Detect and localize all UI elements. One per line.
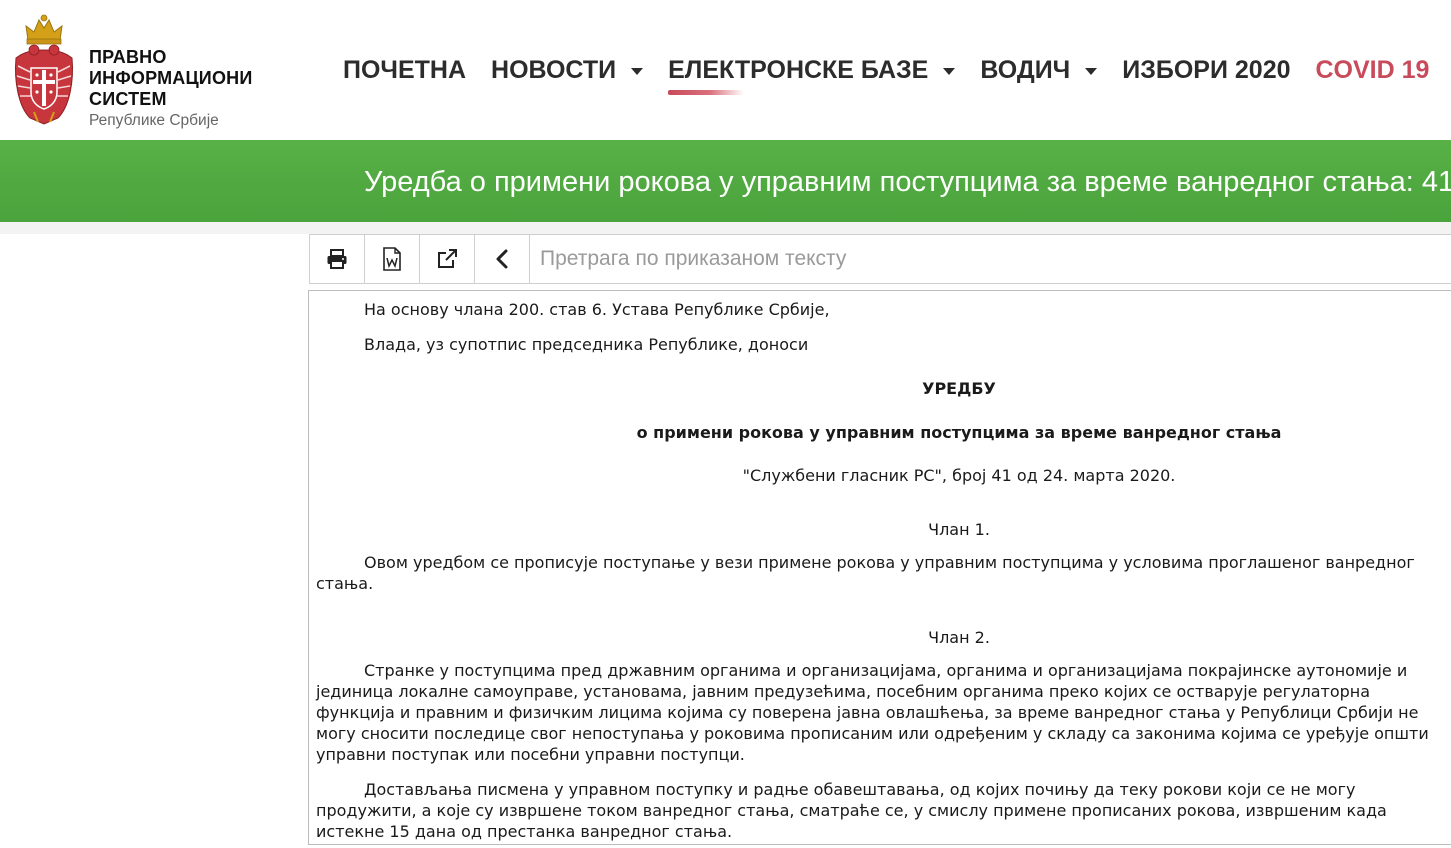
nav-elections-label: ИЗБОРИ 2020 <box>1122 56 1291 84</box>
word-export-button[interactable] <box>365 235 420 283</box>
brand-subtitle: Републике Србије <box>89 112 219 129</box>
article-2-p1-line-2: јединица локалне самоуправе, установама,… <box>316 682 1371 701</box>
brand-line-2: ИНФОРМАЦИОНИ <box>89 68 253 88</box>
caret-down-icon <box>943 67 956 75</box>
back-button[interactable] <box>475 235 530 283</box>
gazette-reference: "Службени гласник РС", број 41 од 24. ма… <box>742 466 1176 485</box>
article-2-title: Члан 2. <box>928 628 990 647</box>
article-2-p2-line-1: Достављања писмена у управном поступку и… <box>364 780 1356 799</box>
site-header: ПРАВНО ИНФОРМАЦИОНИ СИСТЕМ Републике Срб… <box>0 0 1451 140</box>
nav-news[interactable]: НОВОСТИ <box>491 53 644 87</box>
word-doc-icon <box>383 247 401 271</box>
nav-guide[interactable]: ВОДИЧ <box>980 53 1098 87</box>
document-toolbar <box>309 234 1451 284</box>
print-button[interactable] <box>310 235 365 283</box>
nav-elections[interactable]: ИЗБОРИ 2020 <box>1122 53 1290 87</box>
nav-home[interactable]: ПОЧЕТНА <box>343 53 466 87</box>
document-subheading: о примени рокова у управним поступцима з… <box>636 423 1282 442</box>
intro-paragraph-1: На основу члана 200. став 6. Устава Репу… <box>364 300 830 319</box>
document-search-input[interactable] <box>530 235 1451 283</box>
article-2-p1-line-4: могу сносити последице свог непоступања … <box>316 724 1429 743</box>
article-2-p2-line-3: истекне 15 дана од престанка ванредног с… <box>316 822 733 841</box>
intro-paragraph-2: Влада, уз супотпис председника Републике… <box>364 335 809 354</box>
brand-line-1: ПРАВНО <box>89 47 167 67</box>
main-nav: ПОЧЕТНА НОВОСТИ ЕЛЕКТРОНСКЕ БАЗЕ ВОДИЧ И… <box>343 52 1430 95</box>
external-link-icon <box>438 249 457 268</box>
brand-name[interactable]: ПРАВНО ИНФОРМАЦИОНИ СИСТЕМ Републике Срб… <box>89 47 253 131</box>
article-1-line-2: стања. <box>316 574 374 593</box>
article-2-p2-line-2: продужити, а које су извршене током ванр… <box>316 801 1387 820</box>
serbia-coat-of-arms-icon[interactable] <box>12 10 76 128</box>
nav-guide-label: ВОДИЧ <box>980 56 1071 84</box>
caret-down-icon <box>631 67 644 75</box>
article-1-line-1: Овом уредбом се прописује поступање у ве… <box>364 553 1415 572</box>
document-viewer[interactable]: На основу члана 200. став 6. Устава Репу… <box>308 290 1451 845</box>
chevron-left-icon <box>496 249 508 269</box>
nav-news-label: НОВОСТИ <box>491 56 617 84</box>
nav-databases[interactable]: ЕЛЕКТРОНСКЕ БАЗЕ <box>668 53 956 95</box>
brand-line-3: СИСТЕМ <box>89 89 167 109</box>
nav-databases-label: ЕЛЕКТРОНСКЕ БАЗЕ <box>668 56 929 84</box>
active-nav-underline <box>668 90 745 95</box>
print-icon <box>327 249 347 269</box>
article-1-title: Члан 1. <box>928 520 990 539</box>
nav-covid-label: COVID 19 <box>1315 56 1430 84</box>
article-2-p1-line-1: Странке у поступцима пред државним орган… <box>364 661 1408 680</box>
article-2-p1-line-5: управни поступак или посебни управни пос… <box>316 745 745 764</box>
caret-down-icon <box>1085 67 1098 75</box>
article-2-p1-line-3: функција и правним и физичким лицима кој… <box>316 703 1419 722</box>
document-heading: УРЕДБУ <box>922 379 996 398</box>
page-title: Уредба о примени рокова у управним посту… <box>364 166 1451 198</box>
open-external-button[interactable] <box>420 235 475 283</box>
title-banner: Уредба о примени рокова у управним посту… <box>0 140 1451 222</box>
nav-home-label: ПОЧЕТНА <box>343 56 467 84</box>
nav-covid[interactable]: COVID 19 <box>1316 53 1430 87</box>
divider-strip <box>0 222 1451 234</box>
